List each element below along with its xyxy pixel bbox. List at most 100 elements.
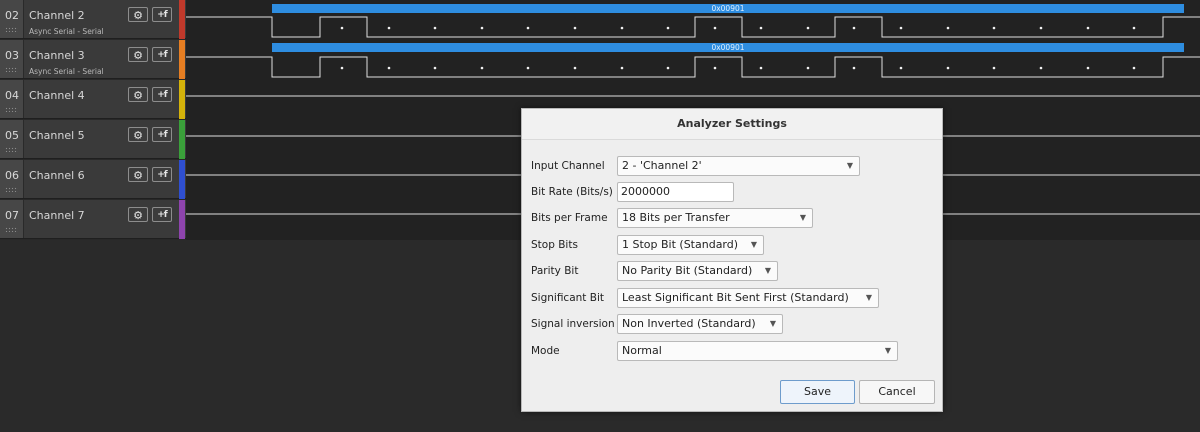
- bit-sample-marker: [340, 66, 344, 70]
- bit-rate-input[interactable]: 2000000: [617, 182, 734, 202]
- drag-handle-icon[interactable]: [5, 227, 18, 232]
- channel-row-2[interactable]: 02 Channel 2 Async Serial - Serial ⚙ +f: [0, 0, 186, 39]
- parity-bit-value: No Parity Bit (Standard): [622, 264, 753, 277]
- bit-sample-marker: [899, 26, 903, 30]
- channel-number-cell: 07: [0, 200, 24, 238]
- channel-number: 03: [5, 49, 19, 62]
- channel-number-cell: 04: [0, 80, 24, 118]
- bit-sample-marker: [480, 66, 484, 70]
- stop-bits-label: Stop Bits: [531, 239, 578, 251]
- bits-per-frame-label: Bits per Frame: [531, 212, 608, 224]
- trigger-edge-icon[interactable]: +f: [152, 47, 172, 62]
- bit-sample-marker: [666, 66, 670, 70]
- bit-sample-marker: [480, 26, 484, 30]
- bit-sample-marker: [1039, 66, 1043, 70]
- bit-rate-label: Bit Rate (Bits/s): [531, 186, 613, 198]
- channel-name[interactable]: Channel 6: [29, 169, 85, 182]
- bit-sample-marker: [759, 26, 763, 30]
- channel-settings-gear-icon[interactable]: ⚙: [128, 167, 148, 182]
- channel-settings-gear-icon[interactable]: ⚙: [128, 47, 148, 62]
- channel-row-5[interactable]: 05 Channel 5 ⚙ +f: [0, 120, 186, 159]
- serial-frame-label-2: 0x00901: [711, 43, 744, 52]
- bit-sample-marker: [1132, 66, 1136, 70]
- bit-sample-marker: [1039, 26, 1043, 30]
- channel-settings-gear-icon[interactable]: ⚙: [128, 207, 148, 222]
- trigger-edge-icon[interactable]: +f: [152, 127, 172, 142]
- input-channel-select[interactable]: 2 - 'Channel 2' ▼: [617, 156, 860, 176]
- channel-settings-gear-icon[interactable]: ⚙: [128, 87, 148, 102]
- channel-settings-gear-icon[interactable]: ⚙: [128, 127, 148, 142]
- channel-analyzer-label: Async Serial - Serial: [29, 27, 104, 36]
- signal-inversion-value: Non Inverted (Standard): [622, 317, 756, 330]
- bit-sample-marker: [713, 66, 717, 70]
- trigger-edge-icon[interactable]: +f: [152, 207, 172, 222]
- significant-bit-value: Least Significant Bit Sent First (Standa…: [622, 291, 849, 304]
- channel-color-strip: [179, 200, 185, 239]
- channel-row-4[interactable]: 04 Channel 4 ⚙ +f: [0, 80, 186, 119]
- trigger-edge-icon[interactable]: +f: [152, 7, 172, 22]
- parity-bit-select[interactable]: No Parity Bit (Standard) ▼: [617, 261, 778, 281]
- bit-sample-marker: [433, 26, 437, 30]
- bits-per-frame-value: 18 Bits per Transfer: [622, 211, 730, 224]
- channel-2-signal-trace: [186, 16, 1200, 38]
- bit-sample-marker: [1132, 26, 1136, 30]
- channel-color-strip: [179, 120, 185, 159]
- channel-number: 06: [5, 169, 19, 182]
- channel-name[interactable]: Channel 3: [29, 49, 85, 62]
- drag-handle-icon[interactable]: [5, 27, 18, 32]
- dropdown-arrow-icon: ▼: [865, 293, 872, 302]
- bit-sample-marker: [620, 66, 624, 70]
- channel-settings-gear-icon[interactable]: ⚙: [128, 7, 148, 22]
- channel-name[interactable]: Channel 5: [29, 129, 85, 142]
- mode-select[interactable]: Normal ▼: [617, 341, 898, 361]
- drag-handle-icon[interactable]: [5, 187, 18, 192]
- dialog-title: Analyzer Settings: [522, 109, 942, 140]
- channel-name[interactable]: Channel 7: [29, 209, 85, 222]
- bit-sample-marker: [433, 66, 437, 70]
- channel-number-cell: 05: [0, 120, 24, 158]
- channel-color-strip: [179, 80, 185, 119]
- signal-inversion-label: Signal inversion: [531, 318, 615, 330]
- bit-sample-marker: [340, 26, 344, 30]
- input-channel-value: 2 - 'Channel 2': [622, 159, 702, 172]
- dropdown-arrow-icon: ▼: [846, 161, 853, 170]
- logic-analyzer-window: 02 Channel 2 Async Serial - Serial ⚙ +f …: [0, 0, 1200, 432]
- channel-color-strip: [179, 0, 185, 39]
- channel-number: 05: [5, 129, 19, 142]
- analyzer-settings-dialog: Analyzer Settings Input Channel 2 - 'Cha…: [521, 108, 943, 412]
- channel-analyzer-label: Async Serial - Serial: [29, 67, 104, 76]
- channel-row-7[interactable]: 07 Channel 7 ⚙ +f: [0, 200, 186, 239]
- trigger-edge-icon[interactable]: +f: [152, 167, 172, 182]
- dropdown-arrow-icon: ▼: [769, 319, 776, 328]
- bit-sample-marker: [573, 66, 577, 70]
- drag-handle-icon[interactable]: [5, 147, 18, 152]
- save-button[interactable]: Save: [780, 380, 855, 404]
- channel-3-signal-trace: [186, 56, 1200, 78]
- bit-sample-marker: [899, 66, 903, 70]
- bit-sample-marker: [387, 66, 391, 70]
- bit-sample-marker: [526, 66, 530, 70]
- parity-bit-label: Parity Bit: [531, 265, 579, 277]
- stop-bits-select[interactable]: 1 Stop Bit (Standard) ▼: [617, 235, 764, 255]
- bit-sample-marker: [620, 26, 624, 30]
- channel-color-strip: [179, 40, 185, 79]
- channel-number: 02: [5, 9, 19, 22]
- stop-bits-value: 1 Stop Bit (Standard): [622, 238, 739, 251]
- drag-handle-icon[interactable]: [5, 67, 18, 72]
- serial-frame-label-1: 0x00901: [711, 4, 744, 13]
- significant-bit-label: Significant Bit: [531, 292, 604, 304]
- channel-name[interactable]: Channel 4: [29, 89, 85, 102]
- drag-handle-icon[interactable]: [5, 107, 18, 112]
- bit-sample-marker: [666, 26, 670, 30]
- trigger-edge-icon[interactable]: +f: [152, 87, 172, 102]
- bits-per-frame-select[interactable]: 18 Bits per Transfer ▼: [617, 208, 813, 228]
- channel-number-cell: 02: [0, 0, 24, 38]
- cancel-button[interactable]: Cancel: [859, 380, 935, 404]
- channel-name[interactable]: Channel 2: [29, 9, 85, 22]
- signal-inversion-select[interactable]: Non Inverted (Standard) ▼: [617, 314, 783, 334]
- channel-number-cell: 03: [0, 40, 24, 78]
- bit-sample-marker: [946, 66, 950, 70]
- channel-row-6[interactable]: 06 Channel 6 ⚙ +f: [0, 160, 186, 199]
- channel-row-3[interactable]: 03 Channel 3 Async Serial - Serial ⚙ +f: [0, 40, 186, 79]
- significant-bit-select[interactable]: Least Significant Bit Sent First (Standa…: [617, 288, 879, 308]
